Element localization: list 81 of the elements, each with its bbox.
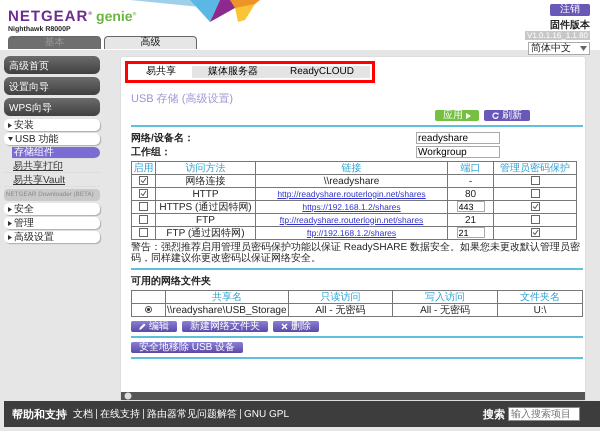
warning-text: 警告：强烈推荐启用管理员密码保护功能以保证 ReadySHARE 数据安全。如果您未更改默认管理员密码，同样建议你更改密码以保证网络安全。 <box>131 242 581 264</box>
checkbox[interactable] <box>139 202 148 212</box>
table-cell: FTP <box>156 214 256 226</box>
page-title: USB 存储 (高级设置) <box>131 92 234 106</box>
footer-title: 帮助和支持 <box>12 408 67 422</box>
search-label: 搜索 <box>483 408 505 422</box>
sidebar-item[interactable]: WPS向导 <box>4 98 100 116</box>
table-cell: U:\ <box>497 304 582 316</box>
caret-right-icon <box>8 122 12 128</box>
table-cell: 网络连接 <box>156 174 256 188</box>
remove-usb-button[interactable]: 安全地移除 USB 设备 <box>131 342 244 353</box>
footer-link[interactable]: 路由器常见问题解答 <box>147 407 237 421</box>
table-cell: All - 无密码 <box>288 304 393 316</box>
footer-link[interactable]: 文档 <box>73 407 93 421</box>
checkbox[interactable] <box>530 228 540 238</box>
caret-right-icon <box>8 220 12 226</box>
sidebar-item[interactable]: 设置向导 <box>4 77 100 95</box>
column-header: 文件夹名 <box>497 290 582 304</box>
table-cell: All - 无密码 <box>392 304 498 316</box>
sidebar-subitem[interactable]: 易共享打印 <box>4 161 100 173</box>
column-header: 访问方法 <box>156 162 256 174</box>
table-cell: \\readyshare\USB_Storage <box>166 304 288 316</box>
footer-link[interactable]: GNU GPL <box>244 408 290 420</box>
caret-down-icon <box>8 137 13 141</box>
close-icon <box>281 323 288 330</box>
genie-logo: genie$^{®}$ <box>96 8 136 24</box>
dropdown-icon <box>580 46 587 51</box>
new-folder-button[interactable]: 新建网络文件夹 <box>182 321 268 332</box>
field-label: 工作组： <box>131 146 171 159</box>
checkbox[interactable] <box>530 215 540 224</box>
delete-button[interactable]: 删除 <box>273 321 319 332</box>
port-field[interactable]: 21 <box>456 227 484 238</box>
logout-button[interactable]: 注销 <box>550 4 590 16</box>
checkbox[interactable] <box>139 215 148 224</box>
table-cell: HTTPS (通过因特网) <box>156 200 256 214</box>
sidebar-subitem[interactable]: 易共享Vault <box>4 175 100 187</box>
table-cell: \\readyshare <box>256 174 448 188</box>
sidebar-item[interactable]: 高级设置 <box>4 231 100 243</box>
input-field[interactable]: readyshare <box>416 132 500 144</box>
column-header: 写入访问 <box>392 290 498 304</box>
firmware-label: 固件版本 <box>550 20 590 31</box>
refresh-button[interactable]: 刷新 <box>484 110 530 121</box>
top-tab[interactable]: 高级 <box>104 36 197 49</box>
checkbox[interactable] <box>530 189 540 198</box>
footer-link[interactable]: 在线支持 <box>100 407 140 421</box>
checkbox[interactable] <box>530 202 540 212</box>
search-field[interactable]: 输入搜索项目 <box>508 407 580 421</box>
sidebar-subitem[interactable]: 存储组件 <box>12 147 100 159</box>
pencil-icon <box>139 323 146 330</box>
page-tab[interactable]: ReadyCLOUD <box>274 66 370 78</box>
input-field[interactable]: Workgroup <box>416 146 500 158</box>
port-field[interactable]: 443 <box>456 201 484 212</box>
page-tab[interactable]: 媒体服务器 <box>192 66 274 78</box>
section-title: 可用的网络文件夹 <box>131 274 212 288</box>
sidebar-item[interactable]: 安装 <box>4 119 100 131</box>
sidebar-item[interactable]: 安全 <box>4 203 100 215</box>
sidebar-item[interactable]: 管理 <box>4 217 100 229</box>
sidebar-item[interactable]: USB 功能 <box>4 133 100 145</box>
caret-right-icon <box>8 206 12 212</box>
checkbox[interactable] <box>139 228 148 238</box>
edit-button[interactable]: 编辑 <box>131 321 177 332</box>
checkbox[interactable] <box>139 189 148 198</box>
refresh-icon <box>492 112 499 119</box>
table-cell: FTP (通过因特网) <box>156 226 256 240</box>
column-header: 启用 <box>132 162 156 174</box>
field-label: 网络/设备名： <box>131 132 194 145</box>
sidebar-item[interactable]: 高级首页 <box>4 56 100 74</box>
language-select[interactable]: 简体中文 <box>528 42 590 55</box>
caret-right-icon <box>8 234 12 240</box>
radio-button[interactable] <box>145 306 152 314</box>
play-icon <box>466 112 471 118</box>
column-header: 链接 <box>256 162 448 174</box>
table-cell: - <box>448 174 494 188</box>
checkbox[interactable] <box>139 176 148 186</box>
netgear-logo: NETGEAR$^{®}$ <box>8 8 94 25</box>
column-header: 管理员密码保护 <box>494 162 576 174</box>
table-cell: HTTP <box>156 188 256 200</box>
column-header: 共享名 <box>166 290 288 304</box>
column-header: 端口 <box>448 162 494 174</box>
column-header: 只读访问 <box>288 290 393 304</box>
checkbox[interactable] <box>530 176 540 186</box>
